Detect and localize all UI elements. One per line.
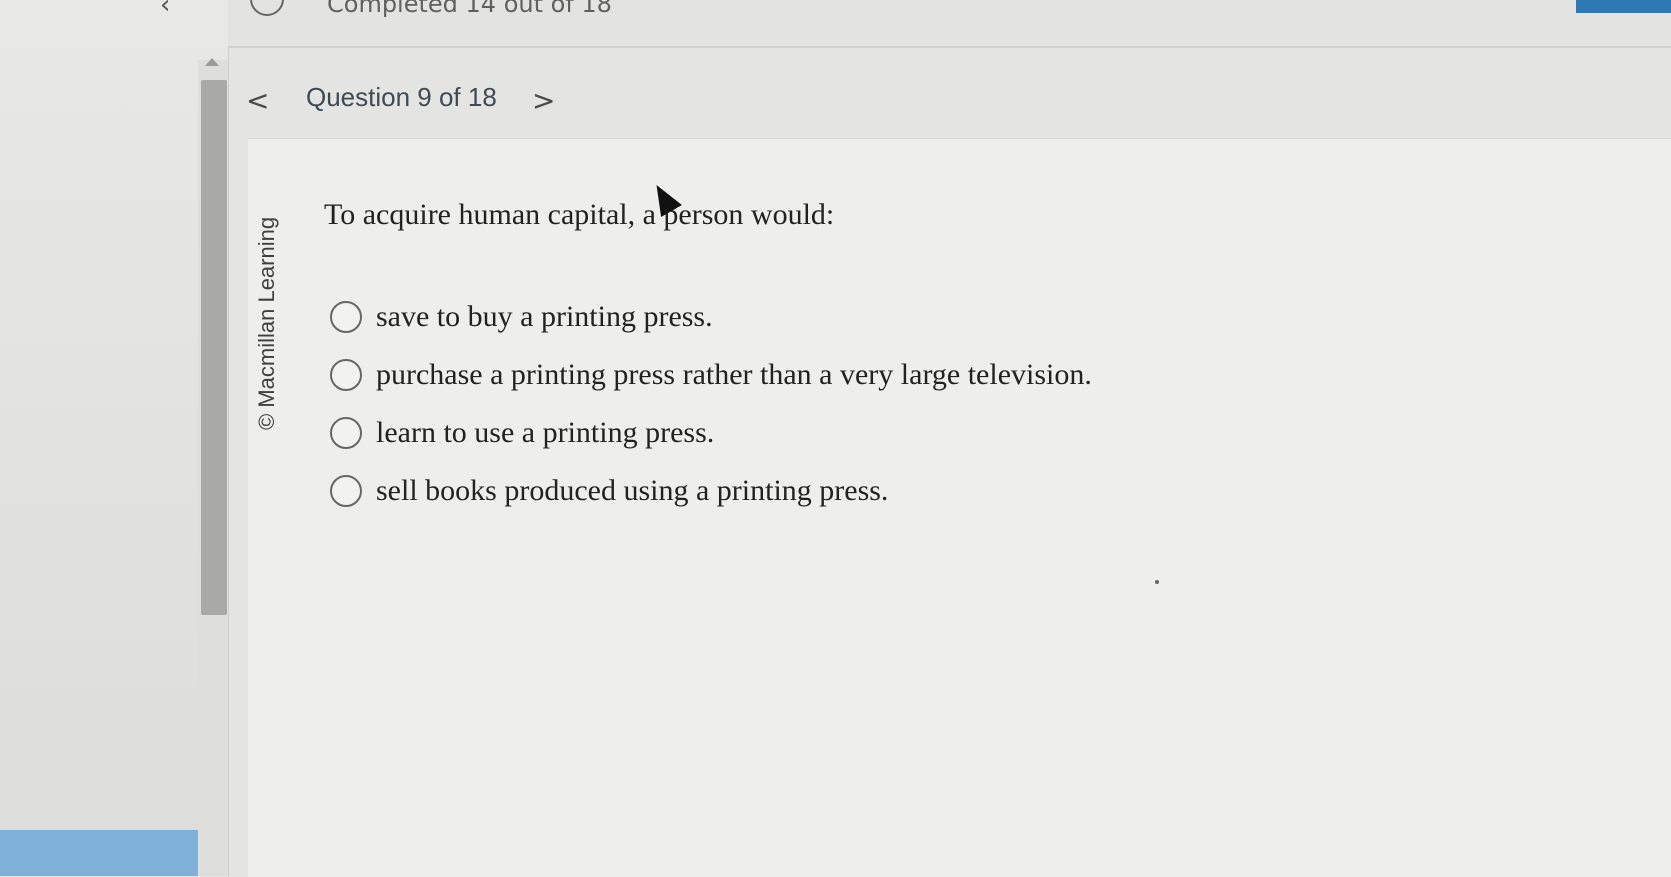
left-panel-footer[interactable] [0, 830, 198, 876]
answer-option-3[interactable]: learn to use a printing press. [330, 416, 714, 450]
back-button[interactable]: ‹ [160, 0, 170, 20]
screen-speck [1155, 580, 1159, 584]
question-stem: To acquire human capital, a person would… [324, 198, 835, 231]
option-label: save to buy a printing press. [376, 300, 713, 333]
answer-option-1[interactable]: save to buy a printing press. [330, 300, 713, 334]
scrollbar-thumb[interactable] [201, 80, 227, 615]
question-navigation: < Question 9 of 18 > [228, 80, 1671, 130]
top-accent-bar[interactable] [1576, 0, 1671, 13]
left-panel [0, 0, 229, 876]
option-label: learn to use a printing press. [376, 416, 715, 449]
answer-option-2[interactable]: purchase a printing press rather than a … [330, 358, 1092, 392]
radio-button[interactable] [330, 359, 362, 391]
radio-button[interactable] [330, 301, 362, 333]
completion-status: Completed 14 out of 18 [327, 0, 612, 18]
answer-option-4[interactable]: sell books produced using a printing pre… [330, 474, 888, 508]
radio-button[interactable] [330, 475, 362, 507]
copyright-notice: © Macmillan Learning [254, 216, 279, 430]
option-label: sell books produced using a printing pre… [376, 474, 889, 507]
option-label: purchase a printing press rather than a … [376, 358, 1092, 391]
previous-question-button[interactable]: < [246, 84, 269, 117]
radio-button[interactable] [330, 417, 362, 449]
question-counter: Question 9 of 18 [306, 82, 497, 112]
scroll-up-arrow-icon[interactable] [205, 58, 219, 66]
next-question-button[interactable]: > [532, 84, 555, 117]
